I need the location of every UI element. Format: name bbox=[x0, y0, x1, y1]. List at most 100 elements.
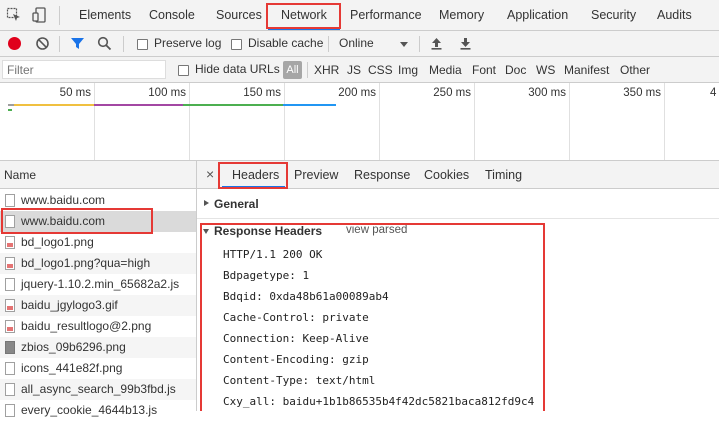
export-har-icon[interactable] bbox=[459, 36, 472, 51]
document-icon bbox=[5, 194, 15, 207]
header-line: Content-Encoding: gzip bbox=[223, 353, 369, 366]
type-filter-img[interactable]: Img bbox=[398, 62, 418, 78]
timing-bar bbox=[183, 104, 283, 106]
tick-label: 200 ms bbox=[338, 87, 376, 99]
timing-bar bbox=[8, 109, 12, 111]
request-row[interactable]: bd_logo1.png?qua=high bbox=[0, 253, 196, 274]
image-file-icon bbox=[5, 299, 15, 312]
tab-security[interactable]: Security bbox=[591, 0, 636, 31]
device-toolbar-icon[interactable] bbox=[32, 7, 48, 23]
active-tab-underline bbox=[268, 28, 340, 30]
type-filter-doc[interactable]: Doc bbox=[505, 62, 526, 78]
request-row[interactable]: icons_441e82f.png bbox=[0, 358, 196, 379]
header-line: Bdpagetype: 1 bbox=[223, 269, 310, 282]
script-file-icon bbox=[5, 278, 15, 291]
type-filter-ws[interactable]: WS bbox=[536, 62, 555, 78]
type-filter-font[interactable]: Font bbox=[472, 62, 496, 78]
image-file-icon bbox=[5, 236, 15, 249]
request-details-panel: × Headers Preview Response Cookies Timin… bbox=[197, 161, 719, 411]
tab-cookies[interactable]: Cookies bbox=[424, 161, 469, 189]
divider bbox=[59, 36, 60, 52]
filter-bar: Hide data URLs All XHR JS CSS Img Media … bbox=[0, 57, 719, 83]
search-icon[interactable] bbox=[97, 36, 112, 51]
preserve-log-checkbox[interactable] bbox=[137, 39, 148, 50]
divider bbox=[123, 36, 124, 52]
hide-data-urls-checkbox[interactable] bbox=[178, 65, 189, 76]
record-button[interactable] bbox=[8, 37, 21, 50]
tab-timing[interactable]: Timing bbox=[485, 161, 522, 189]
view-parsed-link[interactable]: view parsed bbox=[346, 224, 407, 236]
tick-line bbox=[284, 83, 285, 160]
throttling-select[interactable]: Online bbox=[339, 35, 374, 51]
document-icon bbox=[5, 215, 15, 228]
timeline-overview[interactable]: 50 ms 100 ms 150 ms 200 ms 250 ms 300 ms… bbox=[0, 83, 719, 161]
header-line: Cache-Control: private bbox=[223, 311, 369, 324]
header-line: Connection: Keep-Alive bbox=[223, 332, 369, 345]
filter-icon[interactable] bbox=[70, 36, 85, 51]
close-icon[interactable]: × bbox=[206, 166, 214, 182]
request-list: Name www.baidu.com www.baidu.com bd_logo… bbox=[0, 161, 197, 417]
timing-bar bbox=[94, 104, 183, 106]
tab-console[interactable]: Console bbox=[149, 0, 195, 31]
general-section-header[interactable]: General bbox=[214, 197, 259, 211]
header-line: Bdqid: 0xda48b61a00089ab4 bbox=[223, 290, 389, 303]
tick-line bbox=[189, 83, 190, 160]
tick-line bbox=[569, 83, 570, 160]
tick-line bbox=[94, 83, 95, 160]
import-har-icon[interactable] bbox=[430, 36, 443, 51]
tab-network[interactable]: Network bbox=[281, 0, 327, 31]
hide-data-urls-label: Hide data URLs bbox=[195, 62, 280, 76]
tab-response[interactable]: Response bbox=[354, 161, 410, 189]
request-row[interactable]: zbios_09b6296.png bbox=[0, 337, 196, 358]
tick-label: 150 ms bbox=[243, 87, 281, 99]
disable-cache-label: Disable cache bbox=[248, 36, 324, 50]
network-toolbar: Preserve log Disable cache Online bbox=[0, 31, 719, 57]
name-header-label: Name bbox=[4, 168, 37, 182]
tab-headers[interactable]: Headers bbox=[232, 161, 279, 189]
request-row[interactable]: baidu_jgylogo3.gif bbox=[0, 295, 196, 316]
type-filter-xhr[interactable]: XHR bbox=[314, 62, 339, 78]
tab-performance[interactable]: Performance bbox=[350, 0, 422, 31]
image-file-icon bbox=[5, 320, 15, 333]
section-divider bbox=[197, 218, 719, 219]
type-filter-manifest[interactable]: Manifest bbox=[564, 62, 609, 78]
disable-cache-checkbox[interactable] bbox=[231, 39, 242, 50]
devtools-tab-bar: Elements Console Sources Network Perform… bbox=[0, 0, 719, 31]
divider bbox=[419, 36, 420, 52]
collapse-arrow-icon[interactable] bbox=[203, 229, 209, 234]
request-row[interactable]: www.baidu.com bbox=[0, 190, 196, 211]
tick-label: 250 ms bbox=[433, 87, 471, 99]
chevron-down-icon[interactable] bbox=[400, 42, 408, 47]
name-column-header[interactable]: Name bbox=[0, 161, 196, 189]
clear-icon[interactable] bbox=[35, 36, 50, 51]
divider bbox=[307, 62, 308, 78]
tab-elements[interactable]: Elements bbox=[79, 0, 131, 31]
header-line: Content-Type: text/html bbox=[223, 374, 376, 387]
tab-memory[interactable]: Memory bbox=[439, 0, 484, 31]
filter-input[interactable] bbox=[2, 60, 166, 79]
script-file-icon bbox=[5, 383, 15, 396]
tab-audits[interactable]: Audits bbox=[657, 0, 692, 31]
tick-label: 300 ms bbox=[528, 87, 566, 99]
expand-arrow-icon[interactable] bbox=[204, 200, 209, 206]
request-row[interactable]: bd_logo1.png bbox=[0, 232, 196, 253]
request-row[interactable]: jquery-1.10.2.min_65682a2.js bbox=[0, 274, 196, 295]
type-filter-js[interactable]: JS bbox=[347, 62, 361, 78]
tab-preview[interactable]: Preview bbox=[294, 161, 338, 189]
request-row[interactable]: baidu_resultlogo@2.png bbox=[0, 316, 196, 337]
tab-application[interactable]: Application bbox=[507, 0, 568, 31]
response-headers-section-header[interactable]: Response Headers bbox=[214, 224, 322, 238]
tick-label: 350 ms bbox=[623, 87, 661, 99]
type-filter-other[interactable]: Other bbox=[620, 62, 650, 78]
timing-bar bbox=[283, 104, 336, 106]
type-filter-media[interactable]: Media bbox=[429, 62, 462, 78]
request-row[interactable]: all_async_search_99b3fbd.js bbox=[0, 379, 196, 400]
request-row[interactable]: www.baidu.com bbox=[0, 211, 196, 232]
type-filter-css[interactable]: CSS bbox=[368, 62, 393, 78]
tab-sources[interactable]: Sources bbox=[216, 0, 262, 31]
inspect-element-icon[interactable] bbox=[6, 7, 22, 23]
type-filter-all[interactable]: All bbox=[283, 61, 302, 79]
details-tab-bar: × Headers Preview Response Cookies Timin… bbox=[197, 161, 719, 189]
header-line: Cxy_all: baidu+1b1b86535b4f42dc5821baca8… bbox=[223, 395, 535, 408]
divider bbox=[328, 36, 329, 52]
